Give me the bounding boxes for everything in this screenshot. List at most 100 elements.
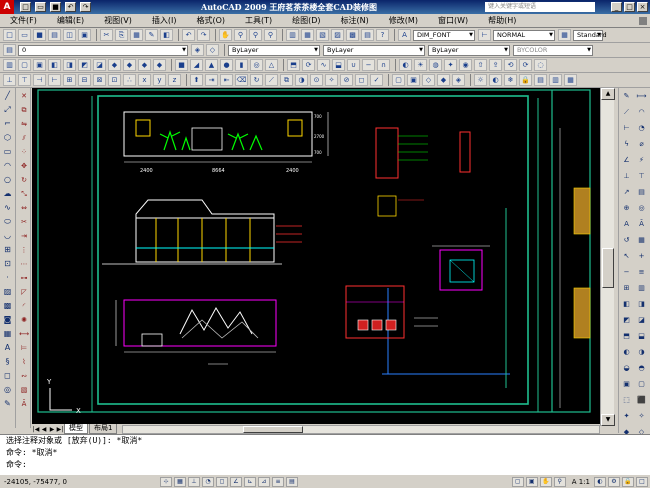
mleader-icon[interactable]: ↖ xyxy=(620,250,633,262)
color-face-icon[interactable]: ◑ xyxy=(295,74,308,86)
layer-previous-icon[interactable]: ◇ xyxy=(206,44,219,56)
ducs-icon[interactable]: ⊾ xyxy=(244,476,256,487)
pan-icon[interactable]: ✋ xyxy=(219,29,232,41)
menu-file[interactable]: 文件(F) xyxy=(0,14,47,28)
line-icon[interactable]: ╱ xyxy=(1,90,14,102)
save-icon[interactable]: ■ xyxy=(50,2,61,12)
dim-edit-icon[interactable]: A xyxy=(620,218,633,230)
menu-help[interactable]: 帮助(H) xyxy=(478,14,526,28)
scale-icon[interactable]: ⤡ xyxy=(18,188,30,200)
layer-walk-icon[interactable]: ▤ xyxy=(534,74,547,86)
ucs-icon[interactable]: ⊥ xyxy=(3,74,16,86)
tab-model[interactable]: 模型 xyxy=(64,424,88,434)
extend-icon[interactable]: ⇥ xyxy=(18,230,30,242)
layer-match-icon[interactable]: ▥ xyxy=(549,74,562,86)
layer-freeze-icon[interactable]: ❄ xyxy=(504,74,517,86)
orbit-icon[interactable]: ⟲ xyxy=(504,59,517,71)
imprint-icon[interactable]: ⊙ xyxy=(310,74,323,86)
visual-3d-icon[interactable]: ▣ xyxy=(407,74,420,86)
table-style-icon[interactable]: ▦ xyxy=(558,29,571,41)
annotation-visibility-icon[interactable]: ◐ xyxy=(594,476,606,487)
make-current-icon[interactable]: ◈ xyxy=(191,44,204,56)
tool-15-icon[interactable]: ✦ xyxy=(620,410,633,422)
edit-polyline-icon[interactable]: ⌇ xyxy=(18,356,30,368)
se-iso-icon[interactable]: ◆ xyxy=(123,59,136,71)
rotate-icon[interactable]: ↻ xyxy=(18,174,30,186)
vertical-scrollbar[interactable]: ▲ ▼ xyxy=(600,88,615,426)
osnap-icon[interactable]: ◻ xyxy=(216,476,228,487)
dim-radius-icon[interactable]: ◔ xyxy=(635,122,648,134)
pan-status-icon[interactable]: ✋ xyxy=(539,476,552,487)
autocad-logo-icon[interactable]: A xyxy=(0,0,14,14)
construction-line-icon[interactable]: ⤢ xyxy=(1,104,14,116)
redo-icon[interactable]: ↷ xyxy=(80,2,91,12)
close-icon[interactable]: × xyxy=(637,2,648,12)
text-style-icon[interactable]: A xyxy=(398,29,411,41)
linetype-select[interactable]: ByLayer xyxy=(323,44,425,56)
command-prompt[interactable]: 命令: xyxy=(0,459,650,471)
ucs-view-icon[interactable]: ⊟ xyxy=(78,74,91,86)
check-icon[interactable]: ✓ xyxy=(370,74,383,86)
union-icon[interactable]: ∪ xyxy=(347,59,360,71)
erase-icon[interactable]: ✕ xyxy=(18,90,30,102)
trim-icon[interactable]: ✂ xyxy=(18,216,30,228)
ellipse-arc-icon[interactable]: ◡ xyxy=(1,230,14,242)
maximize-icon[interactable]: □ xyxy=(624,2,635,12)
layer-merge-icon[interactable]: ▦ xyxy=(564,74,577,86)
new-icon[interactable]: □ xyxy=(20,2,31,12)
sphere-icon[interactable]: ● xyxy=(220,59,233,71)
minimize-icon[interactable]: _ xyxy=(611,2,622,12)
tool-12-icon[interactable]: ▢ xyxy=(635,378,648,390)
ucs-y-icon[interactable]: y xyxy=(153,74,166,86)
pyramid-icon[interactable]: △ xyxy=(265,59,278,71)
zoom-previous-icon[interactable]: ⚲ xyxy=(264,29,277,41)
table-icon[interactable]: ▦ xyxy=(1,328,14,340)
dim-arc-icon[interactable]: ◠ xyxy=(635,106,648,118)
join-icon[interactable]: ⊶ xyxy=(18,272,30,284)
menu-edit[interactable]: 编辑(E) xyxy=(47,14,94,28)
menu-draw[interactable]: 绘图(D) xyxy=(282,14,330,28)
scroll-thumb[interactable] xyxy=(602,248,614,288)
model-space-icon[interactable]: ▢ xyxy=(511,476,524,487)
layer-lock-icon[interactable]: 🔒 xyxy=(519,74,532,86)
polygon-icon[interactable]: ⬡ xyxy=(1,132,14,144)
scroll-down-icon[interactable]: ▼ xyxy=(601,414,615,426)
ucs-z-icon[interactable]: z xyxy=(168,74,181,86)
menu-format[interactable]: 格式(O) xyxy=(186,14,235,28)
workspace-icon[interactable]: ⚙ xyxy=(608,476,620,487)
snap-icon[interactable]: ⊹ xyxy=(160,476,172,487)
annotation-scale[interactable]: A 1:1 xyxy=(572,478,590,486)
tool-16-icon[interactable]: ✧ xyxy=(635,410,648,422)
inspect-icon[interactable]: ◎ xyxy=(635,202,648,214)
ucs-previous-icon[interactable]: ⊣ xyxy=(33,74,46,86)
new-icon[interactable]: □ xyxy=(3,29,16,41)
stretch-icon[interactable]: ⇔ xyxy=(18,202,30,214)
pen-icon[interactable]: ✎ xyxy=(620,90,633,102)
nw-iso-icon[interactable]: ◆ xyxy=(153,59,166,71)
tool-1-icon[interactable]: ◧ xyxy=(620,298,633,310)
hide-icon[interactable]: ◐ xyxy=(399,59,412,71)
named-views-icon[interactable]: ▥ xyxy=(3,59,16,71)
spline-icon[interactable]: ∿ xyxy=(1,202,14,214)
walk-icon[interactable]: ⇧ xyxy=(474,59,487,71)
dim-text-edit-icon[interactable]: Ā xyxy=(635,218,648,230)
tool-2-icon[interactable]: ◨ xyxy=(635,298,648,310)
move-face-icon[interactable]: ⇥ xyxy=(205,74,218,86)
sketch-icon[interactable]: ✎ xyxy=(1,398,14,410)
tool-4-icon[interactable]: ◪ xyxy=(635,314,648,326)
tool-8-icon[interactable]: ◑ xyxy=(635,346,648,358)
cylinder-icon[interactable]: ▮ xyxy=(235,59,248,71)
torus-icon[interactable]: ◎ xyxy=(250,59,263,71)
dim-continue-icon[interactable]: ⊤ xyxy=(635,170,648,182)
wipeout-icon[interactable]: ◻ xyxy=(1,370,14,382)
markup-icon[interactable]: ▩ xyxy=(346,29,359,41)
lights-icon[interactable]: ✦ xyxy=(444,59,457,71)
layer-isolate-icon[interactable]: ◐ xyxy=(489,74,502,86)
ellipse-icon[interactable]: ⬭ xyxy=(1,216,14,228)
menu-window[interactable]: 窗口(W) xyxy=(428,14,478,28)
tolerance-icon[interactable]: ▤ xyxy=(635,186,648,198)
dim-ordinate-icon[interactable]: ⊢ xyxy=(620,122,633,134)
right-view-icon[interactable]: ◨ xyxy=(63,59,76,71)
horizontal-scroll-thumb[interactable] xyxy=(243,425,304,433)
back-view-icon[interactable]: ◪ xyxy=(93,59,106,71)
